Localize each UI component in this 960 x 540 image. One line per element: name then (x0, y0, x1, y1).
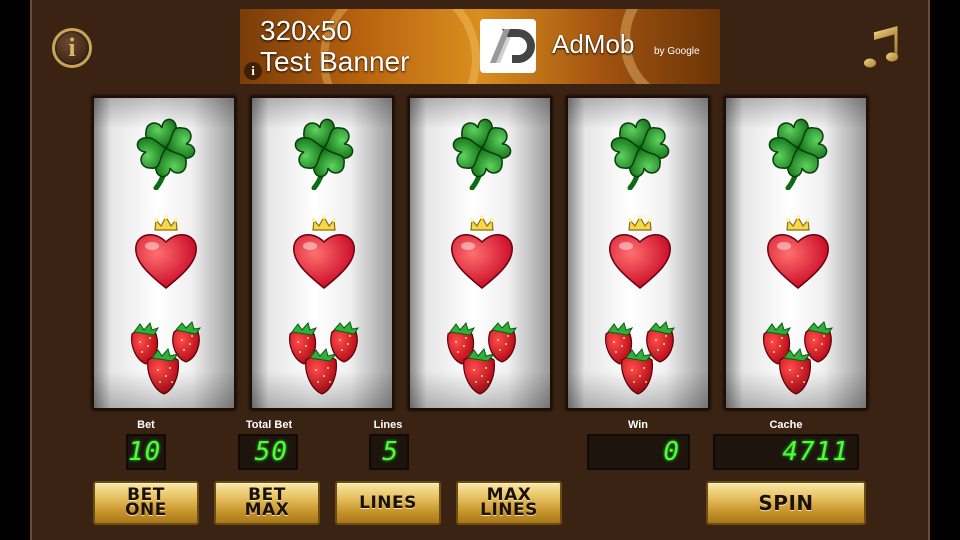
reel-2 (250, 96, 394, 410)
reel-1 (92, 96, 236, 410)
ad-info-icon[interactable]: i (244, 62, 262, 80)
max-lines-button[interactable]: MAX LINES (456, 481, 562, 525)
admob-brand-text: AdMob (552, 29, 635, 59)
clover-icon (284, 110, 364, 191)
bet-max-button[interactable]: BET MAX (214, 481, 320, 525)
cache-label: Cache (769, 419, 803, 431)
cache-display: 4711 (713, 434, 859, 470)
strawberries-icon (442, 320, 522, 400)
reel-5 (724, 96, 868, 410)
bet-one-button[interactable]: BET ONE (93, 481, 199, 525)
strawberries-icon (600, 320, 680, 400)
clover-icon (600, 110, 680, 191)
ad-size-text: 320x50 (260, 15, 352, 46)
win-label: Win (627, 419, 649, 431)
lines-label: Lines (373, 419, 403, 431)
info-icon: i (68, 33, 76, 62)
ad-test-banner-text: Test Banner (260, 46, 410, 77)
clover-icon (126, 110, 206, 191)
bet-label: Bet (137, 419, 155, 431)
total-bet-display: 50 (238, 434, 298, 470)
total-bet-label: Total Bet (245, 419, 293, 431)
strawberries-icon (126, 320, 206, 400)
crowned-heart-icon (284, 212, 364, 292)
crowned-heart-icon (600, 212, 680, 292)
crowned-heart-icon (758, 212, 838, 292)
lines-button[interactable]: LINES (335, 481, 441, 525)
win-display: 0 (587, 434, 690, 470)
lines-display: 5 (369, 434, 409, 470)
reel-3 (408, 96, 552, 410)
bet-display: 10 (126, 434, 166, 470)
strawberries-icon (284, 320, 364, 400)
clover-icon (442, 110, 522, 191)
info-button[interactable]: i (52, 28, 92, 68)
reel-4 (566, 96, 710, 410)
admob-by-google-text: by Google (654, 46, 700, 57)
music-toggle-button[interactable] (862, 26, 902, 70)
strawberries-icon (758, 320, 838, 400)
crowned-heart-icon (126, 212, 206, 292)
crowned-heart-icon (442, 212, 522, 292)
music-note-icon (864, 26, 898, 68)
ad-banner[interactable]: 320x50 Test Banner i AdMob by Google (240, 9, 720, 84)
admob-logo-icon (480, 19, 536, 73)
clover-icon (758, 110, 838, 191)
spin-button[interactable]: SPIN (706, 481, 866, 525)
